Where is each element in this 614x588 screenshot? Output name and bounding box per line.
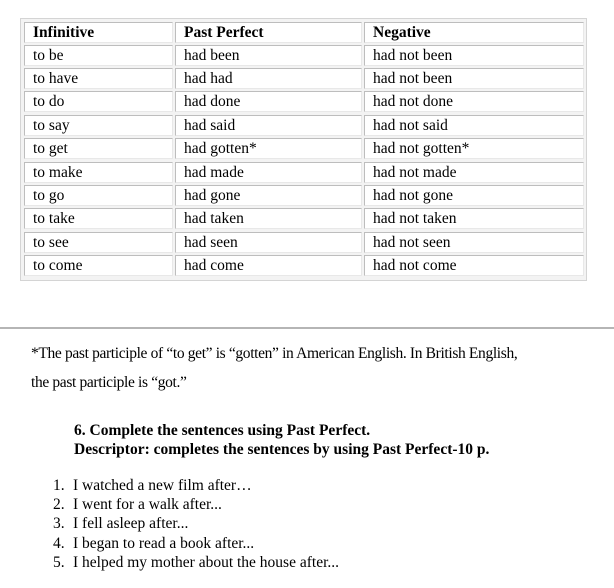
table-cell: had not taken: [364, 208, 584, 229]
table-cell: had not come: [364, 255, 584, 276]
column-header-past-perfect: Past Perfect: [175, 22, 362, 43]
list-item-number: 5.: [53, 554, 65, 571]
column-header-infinitive: Infinitive: [24, 22, 173, 43]
list-item-number: 3.: [53, 515, 65, 532]
list-item-text: I helped my mother about the house after…: [73, 554, 340, 571]
table-cell: to do: [24, 91, 173, 112]
list-item-text: I went for a walk after...: [73, 496, 222, 513]
list-item-number: 2.: [53, 496, 65, 513]
table-cell: had made: [175, 162, 362, 183]
list-item-text: I began to read a book after...: [73, 535, 255, 552]
table-cell: had not been: [364, 45, 584, 66]
table-cell: had taken: [175, 208, 362, 229]
list-item-number: 1.: [53, 477, 65, 494]
list-item-text: I watched a new film after…: [73, 477, 252, 494]
footnote-line-1: *The past participle of “to get” is “got…: [31, 345, 518, 362]
table-cell: to have: [24, 68, 173, 89]
list-item: 1. I watched a new film after…: [53, 476, 252, 496]
task-title: 6. Complete the sentences using Past Per…: [74, 422, 371, 439]
table-cell: had been: [175, 45, 362, 66]
table-cell: had gone: [175, 185, 362, 206]
list-item: 2. I went for a walk after...: [53, 495, 222, 515]
table-cell: had not said: [364, 115, 584, 136]
table-cell: to make: [24, 162, 173, 183]
table-cell: to be: [24, 45, 173, 66]
table-cell: had not seen: [364, 232, 584, 253]
table-cell: to come: [24, 255, 173, 276]
table-cell: had seen: [175, 232, 362, 253]
verb-table: Infinitive Past Perfect Negative to be h…: [20, 18, 587, 281]
table-cell: to go: [24, 185, 173, 206]
table-cell: had come: [175, 255, 362, 276]
table-cell: had not done: [364, 91, 584, 112]
task-descriptor: Descriptor: completes the sentences by u…: [74, 441, 490, 458]
list-item: 3. I fell asleep after...: [53, 514, 188, 534]
list-item-number: 4.: [53, 535, 65, 552]
table-cell: to get: [24, 138, 173, 159]
page-divider: [0, 327, 614, 329]
table-cell: had done: [175, 91, 362, 112]
table-cell: to say: [24, 115, 173, 136]
table-cell: had had: [175, 68, 362, 89]
list-item: 5. I helped my mother about the house aft…: [53, 553, 339, 573]
list-item-text: I fell asleep after...: [73, 515, 189, 532]
table-cell: had not been: [364, 68, 584, 89]
table-cell: had not made: [364, 162, 584, 183]
footnote-line-2: the past participle is “got.”: [31, 374, 187, 391]
column-header-negative: Negative: [364, 22, 584, 43]
table-cell: to take: [24, 208, 173, 229]
table-cell: had gotten*: [175, 138, 362, 159]
table-cell: to see: [24, 232, 173, 253]
table-cell: had not gone: [364, 185, 584, 206]
table-cell: had said: [175, 115, 362, 136]
list-item: 4. I began to read a book after...: [53, 534, 254, 554]
table-cell: had not gotten*: [364, 138, 584, 159]
